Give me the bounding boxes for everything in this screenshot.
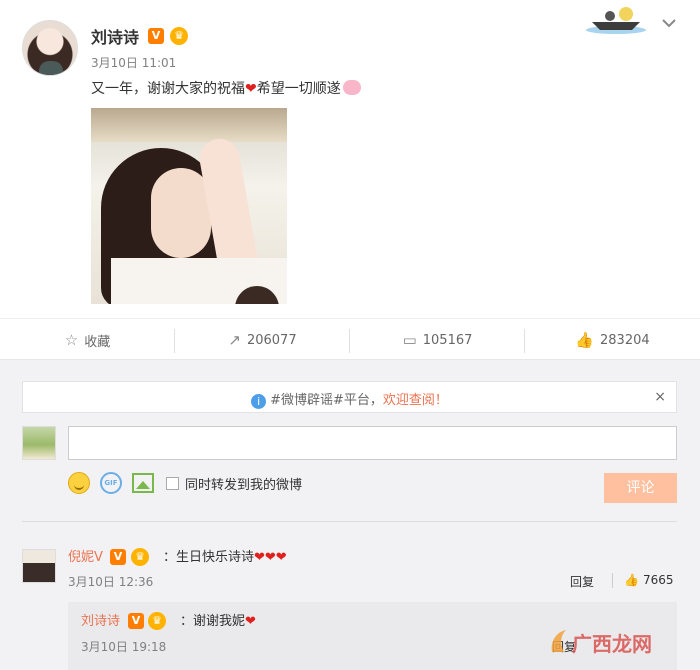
image-icon[interactable] <box>132 473 154 493</box>
commenter-name[interactable]: 倪妮V <box>68 546 103 565</box>
heart-icon: ❤ <box>245 81 257 97</box>
notice-text[interactable]: #微博辟谣#平台， <box>270 393 383 408</box>
author-avatar[interactable] <box>22 20 78 76</box>
post-text: 又一年，谢谢大家的祝福❤希望一切顺遂 <box>91 78 361 98</box>
comment-count: 105167 <box>422 332 473 348</box>
rumor-notice-banner: i #微博辟谣#平台，欢迎查阅！ × <box>22 381 677 413</box>
boat-decoration-icon <box>586 7 646 34</box>
thumbs-up-icon: 👍 <box>624 573 639 587</box>
like-count: 283204 <box>600 332 650 348</box>
comment-text-body: ：生日快乐诗诗 <box>163 550 255 565</box>
emoji-icon[interactable] <box>68 472 90 494</box>
comment-time: 3月10日 12:36 <box>68 575 154 589</box>
commenter-avatar[interactable] <box>22 549 56 583</box>
post-text-part1: 又一年，谢谢大家的祝福 <box>91 81 245 97</box>
site-watermark: 广西龙网 <box>548 622 698 666</box>
verified-badge: V <box>128 613 144 629</box>
repost-count: 206077 <box>246 332 297 348</box>
divider <box>22 521 677 522</box>
submit-comment-button[interactable]: 评论 <box>604 473 677 503</box>
comment-icon: ▭ <box>402 331 417 349</box>
gif-icon[interactable]: GIF <box>100 472 122 494</box>
verified-badge: V <box>148 28 164 44</box>
reply-button[interactable]: 回复 <box>570 573 594 590</box>
reply-text: ：谢谢我妮❤ <box>180 610 256 629</box>
composer-toolbar: GIF 同时转发到我的微博 <box>68 472 302 494</box>
vip-crown-icon: ♛ <box>170 27 188 45</box>
repost-checkbox-label[interactable]: 同时转发到我的微博 <box>185 474 302 493</box>
watermark-text: 广西龙网 <box>572 632 652 656</box>
comment-text: ：生日快乐诗诗❤❤❤ <box>163 546 287 565</box>
heart-icon: ❤❤❤ <box>254 550 287 565</box>
star-icon: ☆ <box>64 331 79 349</box>
comment-like-button[interactable]: 👍 7665 <box>624 573 674 587</box>
comment-like-count: 7665 <box>642 573 674 587</box>
pig-emoji-icon <box>342 80 361 95</box>
vip-crown-icon: ♛ <box>131 548 149 566</box>
repost-button[interactable]: ↗ 206077 <box>175 319 350 361</box>
verified-badge: V <box>110 549 126 565</box>
reply-author-name[interactable]: 刘诗诗 <box>81 610 120 629</box>
watermark-logo-icon <box>551 630 566 652</box>
favorite-label: 收藏 <box>84 334 111 350</box>
reply-time: 3月10日 19:18 <box>81 640 167 654</box>
weibo-post: 刘诗诗 V ♛ 3月10日 11:01 又一年，谢谢大家的祝福❤希望一切顺遂 <box>0 0 700 318</box>
author-name[interactable]: 刘诗诗 <box>91 24 139 48</box>
info-icon: i <box>251 394 267 409</box>
post-time[interactable]: 3月10日 11:01 <box>91 54 176 71</box>
post-action-bar: ☆ 收藏 ↗ 206077 ▭ 105167 👍 283204 <box>0 318 700 360</box>
close-icon[interactable]: × <box>654 389 666 405</box>
my-avatar <box>22 426 56 460</box>
reply-text-body: ：谢谢我妮 <box>180 614 246 629</box>
vip-crown-icon: ♛ <box>148 612 166 630</box>
share-icon: ↗ <box>228 331 241 349</box>
chevron-down-icon[interactable] <box>661 17 677 29</box>
post-photo[interactable] <box>91 108 287 304</box>
comment-button[interactable]: ▭ 105167 <box>350 319 525 361</box>
like-button[interactable]: 👍 283204 <box>525 319 700 361</box>
post-text-part2: 希望一切顺遂 <box>256 81 341 97</box>
notice-link[interactable]: 欢迎查阅！ <box>383 393 448 408</box>
comment-input[interactable] <box>68 426 677 460</box>
heart-icon: ❤ <box>245 614 256 629</box>
repost-checkbox[interactable] <box>166 476 179 490</box>
favorite-button[interactable]: ☆ 收藏 <box>0 319 175 361</box>
thumbs-up-icon: 👍 <box>575 331 595 349</box>
